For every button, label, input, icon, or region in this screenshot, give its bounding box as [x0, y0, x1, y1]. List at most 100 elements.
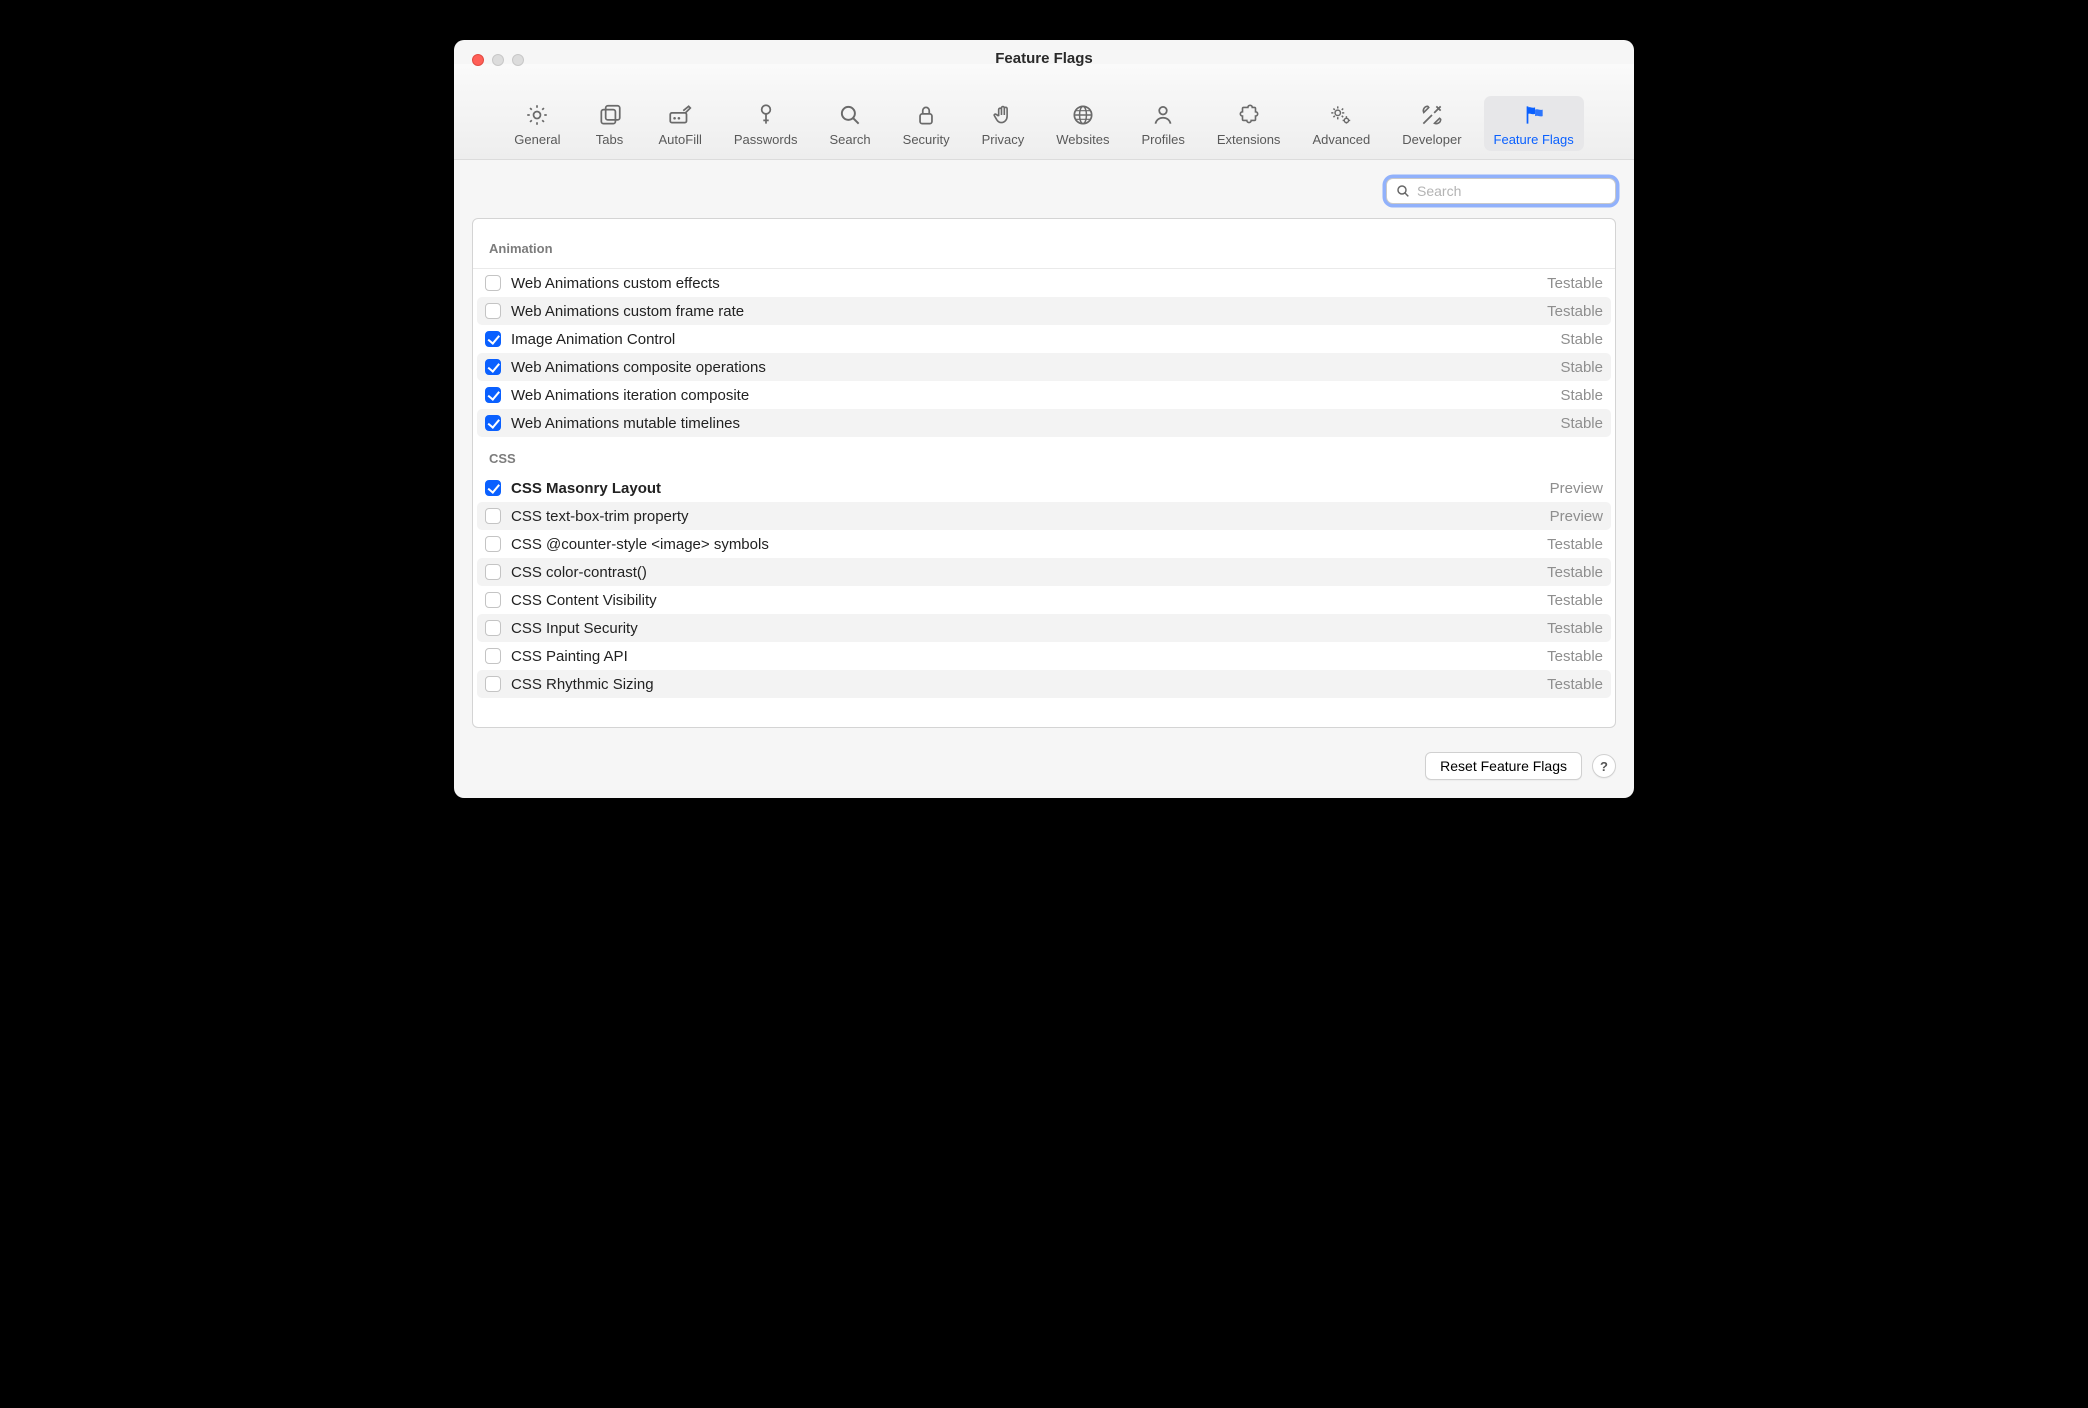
hand-icon: [990, 102, 1016, 128]
toolbar-item-label: Search: [829, 132, 870, 147]
toolbar-item-extensions[interactable]: Extensions: [1207, 96, 1291, 151]
flag-checkbox[interactable]: [485, 508, 501, 524]
search-icon: [837, 102, 863, 128]
flag-status: Testable: [1547, 648, 1603, 665]
globe-icon: [1070, 102, 1096, 128]
titlebar: Feature Flags: [454, 40, 1634, 64]
flag-row[interactable]: CSS Masonry LayoutPreview: [477, 474, 1611, 502]
toolbar-item-label: Developer: [1402, 132, 1461, 147]
flag-status: Testable: [1547, 275, 1603, 292]
toolbar-item-developer[interactable]: Developer: [1392, 96, 1471, 151]
toolbar-item-privacy[interactable]: Privacy: [972, 96, 1035, 151]
toolbar-item-label: Websites: [1056, 132, 1109, 147]
flag-row[interactable]: CSS Input SecurityTestable: [477, 614, 1611, 642]
flag-name: Web Animations iteration composite: [511, 387, 1560, 404]
flag-row[interactable]: CSS text-box-trim propertyPreview: [477, 502, 1611, 530]
flag-name: CSS Painting API: [511, 648, 1547, 665]
flag-name: CSS text-box-trim property: [511, 508, 1550, 525]
toolbar-item-label: Tabs: [596, 132, 623, 147]
preferences-window: Feature Flags General Tabs AutoFill Passwor…: [454, 40, 1634, 798]
toolbar-item-websites[interactable]: Websites: [1046, 96, 1119, 151]
toolbar-item-feature-flags[interactable]: Feature Flags: [1484, 96, 1584, 151]
help-button[interactable]: ?: [1592, 754, 1616, 778]
flag-checkbox[interactable]: [485, 620, 501, 636]
toolbar-item-tabs[interactable]: Tabs: [583, 96, 637, 151]
flag-row[interactable]: CSS Rhythmic SizingTestable: [477, 670, 1611, 698]
flag-name: Web Animations custom frame rate: [511, 303, 1547, 320]
flag-status: Stable: [1560, 359, 1603, 376]
flag-name: CSS Rhythmic Sizing: [511, 676, 1547, 693]
section-header: CSS: [473, 437, 1615, 474]
flag-checkbox[interactable]: [485, 415, 501, 431]
flag-row[interactable]: Web Animations iteration compositeStable: [477, 381, 1611, 409]
flag-status: Preview: [1550, 508, 1603, 525]
lock-icon: [913, 102, 939, 128]
flag-status: Testable: [1547, 620, 1603, 637]
flag-checkbox[interactable]: [485, 648, 501, 664]
puzzle-icon: [1236, 102, 1262, 128]
reset-feature-flags-button[interactable]: Reset Feature Flags: [1425, 752, 1582, 780]
preferences-toolbar: General Tabs AutoFill Passwords Search Securi…: [454, 64, 1634, 160]
flag-checkbox[interactable]: [485, 331, 501, 347]
flag-row[interactable]: Image Animation ControlStable: [477, 325, 1611, 353]
toolbar-item-label: AutoFill: [659, 132, 702, 147]
search-icon: [1395, 183, 1411, 199]
flag-status: Testable: [1547, 592, 1603, 609]
flag-row[interactable]: Web Animations mutable timelinesStable: [477, 409, 1611, 437]
flag-name: CSS @counter-style <image> symbols: [511, 536, 1547, 553]
search-field[interactable]: [1386, 178, 1616, 204]
flag-checkbox[interactable]: [485, 676, 501, 692]
toolbar-item-autofill[interactable]: AutoFill: [649, 96, 712, 151]
search-input[interactable]: [1417, 183, 1607, 199]
flag-row[interactable]: CSS Painting APITestable: [477, 642, 1611, 670]
flag-name: CSS color-contrast(): [511, 564, 1547, 581]
flag-status: Testable: [1547, 564, 1603, 581]
toolbar-item-profiles[interactable]: Profiles: [1131, 96, 1194, 151]
flag-name: CSS Input Security: [511, 620, 1547, 637]
toolbar-item-general[interactable]: General: [504, 96, 570, 151]
feature-flags-list[interactable]: AnimationWeb Animations custom effectsTe…: [472, 218, 1616, 728]
toolbar-item-label: Advanced: [1312, 132, 1370, 147]
flag-checkbox[interactable]: [485, 387, 501, 403]
toolbar-item-label: Privacy: [982, 132, 1025, 147]
flag-row[interactable]: Web Animations custom frame rateTestable: [477, 297, 1611, 325]
toolbar-item-label: Extensions: [1217, 132, 1281, 147]
flags-icon: [1521, 102, 1547, 128]
flag-name: Image Animation Control: [511, 331, 1560, 348]
person-icon: [1150, 102, 1176, 128]
toolbar-item-passwords[interactable]: Passwords: [724, 96, 808, 151]
toolbar-item-label: Security: [903, 132, 950, 147]
flag-checkbox[interactable]: [485, 303, 501, 319]
section-header: Animation: [473, 219, 1615, 269]
flag-checkbox[interactable]: [485, 592, 501, 608]
flag-status: Stable: [1560, 387, 1603, 404]
flag-row[interactable]: CSS @counter-style <image> symbolsTestab…: [477, 530, 1611, 558]
autofill-icon: [667, 102, 693, 128]
toolbar-item-label: Feature Flags: [1494, 132, 1574, 147]
toolbar-item-label: Passwords: [734, 132, 798, 147]
toolbar-item-advanced[interactable]: Advanced: [1302, 96, 1380, 151]
toolbar-item-label: Profiles: [1141, 132, 1184, 147]
flag-status: Preview: [1550, 480, 1603, 497]
flag-row[interactable]: CSS color-contrast()Testable: [477, 558, 1611, 586]
flag-checkbox[interactable]: [485, 564, 501, 580]
flag-row[interactable]: Web Animations composite operationsStabl…: [477, 353, 1611, 381]
flag-row[interactable]: CSS Content VisibilityTestable: [477, 586, 1611, 614]
flag-checkbox[interactable]: [485, 359, 501, 375]
flag-status: Testable: [1547, 676, 1603, 693]
footer: Reset Feature Flags ?: [454, 738, 1634, 798]
toolbar-item-security[interactable]: Security: [893, 96, 960, 151]
flag-status: Testable: [1547, 536, 1603, 553]
flag-name: Web Animations custom effects: [511, 275, 1547, 292]
content-area: AnimationWeb Animations custom effectsTe…: [454, 160, 1634, 738]
flag-checkbox[interactable]: [485, 275, 501, 291]
flag-status: Testable: [1547, 303, 1603, 320]
flag-checkbox[interactable]: [485, 480, 501, 496]
toolbar-item-search[interactable]: Search: [819, 96, 880, 151]
window-title: Feature Flags: [454, 50, 1634, 67]
flag-status: Stable: [1560, 415, 1603, 432]
flag-row[interactable]: Web Animations custom effectsTestable: [477, 269, 1611, 297]
flag-name: Web Animations composite operations: [511, 359, 1560, 376]
flag-checkbox[interactable]: [485, 536, 501, 552]
tools-icon: [1419, 102, 1445, 128]
